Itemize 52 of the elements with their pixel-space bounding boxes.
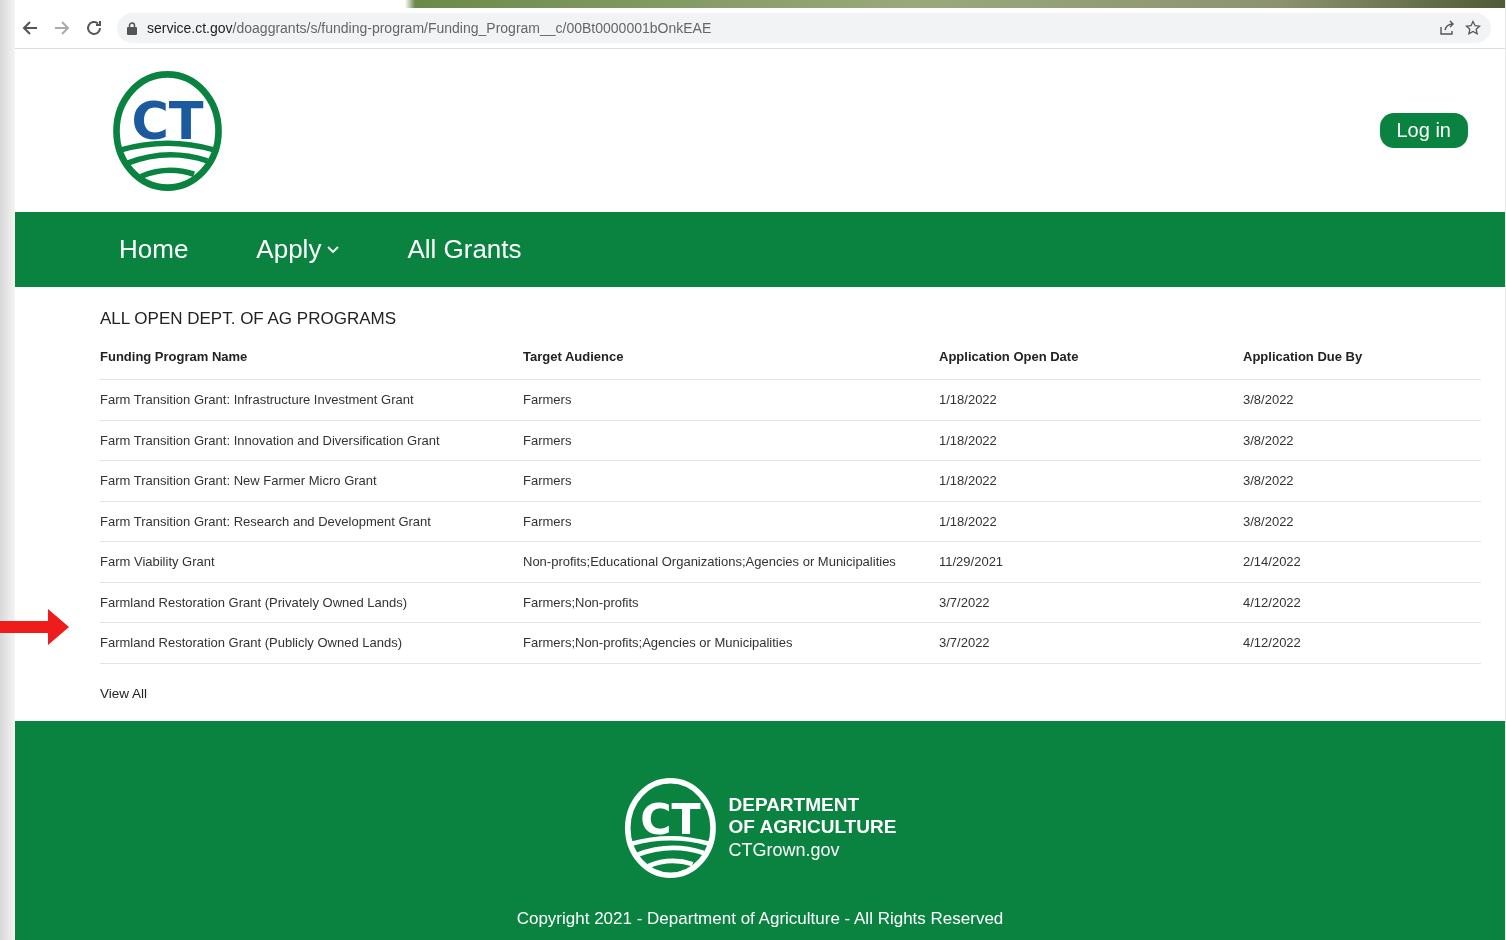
nav-link[interactable]: Apply: [256, 234, 340, 265]
table-cell-text: Non-profits;Educational Organizations;Agencies or Municipalities: [523, 554, 897, 570]
address-bar[interactable]: service.ct.gov/doaggrants/s/funding-program/Funding_Program__c/00Bt0000001bOnkEAE: [117, 13, 1491, 43]
table-cell-text: 3/7/2022: [939, 594, 991, 610]
table-cell-text: Farmers: [523, 473, 573, 489]
table-cell-text: 1/18/2022: [939, 473, 998, 489]
site-text: CTGrown.gov: [728, 839, 841, 862]
chevron-down-icon: [327, 245, 340, 254]
column-header: Target Audience: [523, 349, 625, 364]
table-cell-text: Farmland Restoration Grant (Publicly Owned Lands): [100, 635, 404, 651]
table-cell-text: 4/12/2022: [1243, 635, 1302, 651]
table-cell-text: 3/7/2022: [939, 635, 991, 651]
share-icon[interactable]: [1439, 20, 1455, 36]
table-cell-text: 3/8/2022: [1243, 513, 1295, 529]
reload-icon[interactable]: [85, 19, 103, 37]
nav-link[interactable]: Home: [119, 234, 189, 265]
column-header: Funding Program Name: [100, 349, 249, 364]
star-icon[interactable]: [1465, 20, 1481, 36]
table-cell-text: Farmers: [523, 513, 573, 529]
table-cell-text: Farm Transition Grant: Research and Development Grant: [100, 513, 432, 529]
table-cell-text: Farm Transition Grant: Infrastructure Investment Grant: [100, 392, 415, 408]
table-cell-text: 1/18/2022: [939, 432, 998, 448]
dept-name-text: DEPARTMENT: [728, 794, 861, 816]
table-cell-text: Farmers;Non-profits: [523, 594, 640, 610]
column-header: Application Due By: [1243, 349, 1364, 364]
table-cell-text: 4/12/2022: [1243, 594, 1302, 610]
nav-link[interactable]: All Grants: [407, 234, 522, 265]
table-cell-text: Farmland Restoration Grant (Privately Owned Lands): [100, 594, 409, 610]
copyright-text: Copyright 2021 - Department of Agriculture - All Rights Reserved: [516, 909, 1004, 929]
table-cell-text: Farmers: [523, 392, 573, 408]
table-cell-text: Farm Transition Grant: Innovation and Diversification Grant: [100, 432, 441, 448]
table-cell-text: Farmers;Non-profits;Agencies or Municipalities: [523, 635, 794, 651]
ct-logo: CT: [623, 777, 717, 879]
table-cell-text: Farm Transition Grant: New Farmer Micro Grant: [100, 473, 378, 489]
table-cell-text: 11/29/2021: [939, 554, 1005, 570]
ct-logo: CT: [112, 69, 223, 192]
view-all-link[interactable]: View All: [100, 685, 148, 701]
table-cell-text: Farmers: [523, 432, 573, 448]
dept-name-text: OF AGRICULTURE: [728, 816, 897, 838]
back-arrow-icon[interactable]: [21, 19, 39, 37]
section-title: ALL OPEN DEPT. OF AG PROGRAMS: [100, 309, 397, 329]
lock-icon: [127, 21, 137, 35]
url-text: service.ct.gov/doaggrants/s/funding-program/Funding_Program__c/00Bt0000001bOnkEAE: [147, 20, 712, 36]
table-cell-text: Farm Viability Grant: [100, 554, 216, 570]
table-cell-text: 1/18/2022: [939, 392, 998, 408]
table-cell-text: 2/14/2022: [1243, 554, 1302, 570]
column-header: Application Open Date: [939, 349, 1080, 364]
login-button[interactable]: Log in: [1379, 113, 1468, 148]
table-cell-text: 3/8/2022: [1243, 473, 1295, 489]
table-cell-text: 3/8/2022: [1243, 432, 1295, 448]
table-cell-text: 1/18/2022: [939, 513, 998, 529]
table-cell-text: 3/8/2022: [1243, 392, 1295, 408]
